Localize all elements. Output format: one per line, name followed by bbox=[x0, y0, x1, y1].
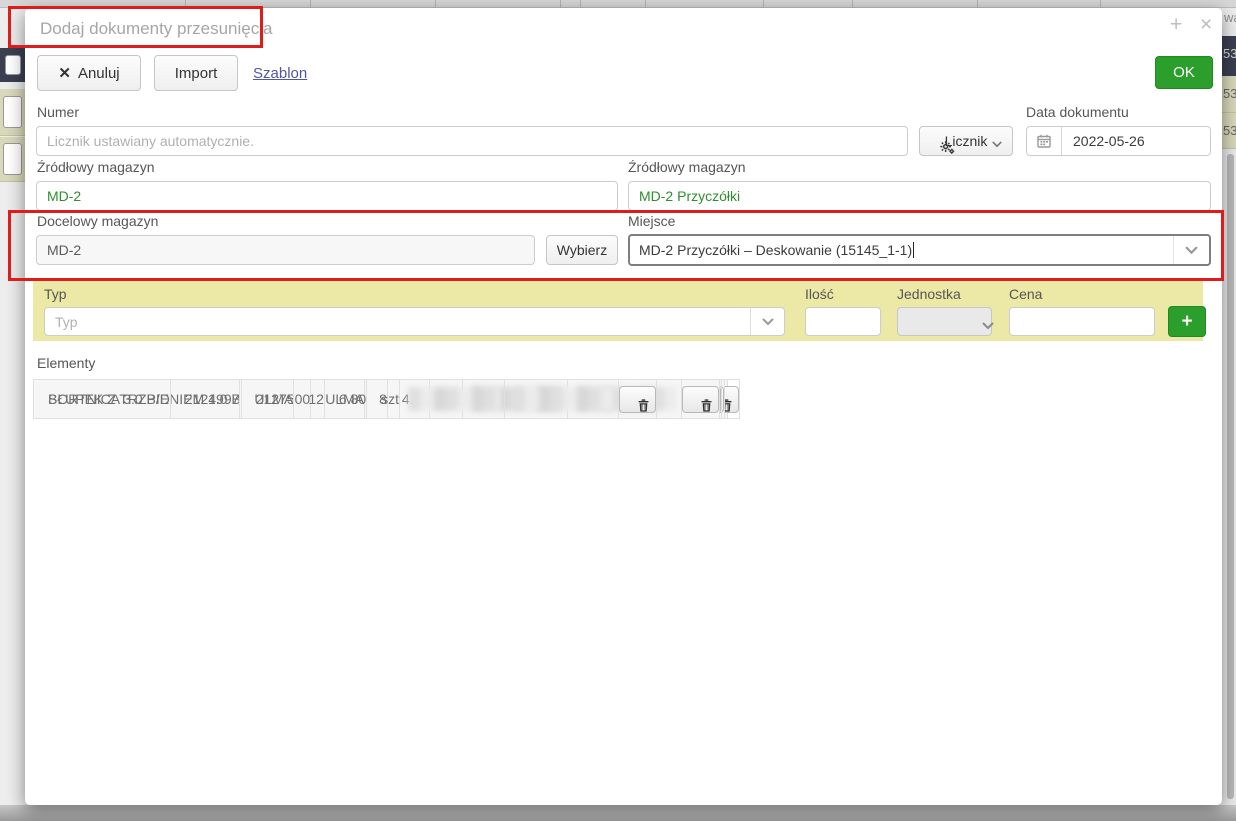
background-row-selected bbox=[0, 48, 25, 82]
import-button[interactable]: Import bbox=[154, 55, 238, 91]
background-row: 53 bbox=[1222, 113, 1236, 149]
choose-button[interactable]: Wybierz bbox=[546, 235, 618, 265]
price-label: Cena bbox=[1009, 286, 1042, 302]
background-row bbox=[0, 137, 25, 182]
source-warehouse-2-input[interactable] bbox=[628, 181, 1211, 211]
maximize-icon[interactable]: + bbox=[1170, 14, 1182, 35]
dialog-title: Dodaj dokumenty przesunięcia bbox=[40, 19, 272, 39]
table-row: BORTNICA 3.0 B/D 2124997 ULMA 12 6.80 sz… bbox=[33, 379, 657, 419]
unit-label: Jednostka bbox=[897, 286, 961, 302]
background-table-header bbox=[0, 0, 1236, 8]
type-input[interactable] bbox=[45, 308, 750, 335]
chevron-down-icon[interactable] bbox=[1173, 236, 1209, 264]
destination-warehouse-input[interactable] bbox=[36, 235, 535, 265]
cell-typ: BORTNICA 3.0 B/D bbox=[34, 380, 171, 419]
calendar-icon bbox=[1027, 127, 1062, 155]
cell-waga: 6.80 bbox=[324, 380, 366, 419]
add-transfer-documents-dialog: Dodaj dokumenty przesunięcia + × ✕ Anulu… bbox=[25, 8, 1222, 805]
chevron-down-icon[interactable] bbox=[750, 308, 784, 335]
destination-warehouse-label: Docelowy magazyn bbox=[37, 213, 158, 229]
source-warehouse-input[interactable] bbox=[36, 181, 618, 211]
source-warehouse-2-label: Źródłowy magazyn bbox=[628, 159, 746, 175]
template-link[interactable]: Szablon bbox=[253, 65, 307, 82]
place-label: Miejsce bbox=[628, 213, 675, 229]
cancel-button[interactable]: ✕ Anuluj bbox=[37, 55, 141, 91]
cell-nr-zamowieniowy: 2124997 bbox=[170, 380, 240, 419]
background-page-bottom bbox=[0, 805, 1236, 821]
cell-actions bbox=[682, 380, 720, 419]
cell-actions bbox=[619, 380, 657, 419]
unit-select[interactable] bbox=[897, 307, 992, 336]
cell-ilosc: 12 bbox=[294, 380, 325, 419]
cell-wartosc-redacted bbox=[505, 380, 619, 419]
redaction-blur bbox=[513, 387, 614, 411]
ok-button[interactable]: OK bbox=[1155, 56, 1213, 89]
counter-dropdown-button[interactable]: Licznik bbox=[919, 126, 1013, 156]
elements-section-label: Elementy bbox=[37, 355, 95, 371]
cancel-label: Anuluj bbox=[78, 65, 120, 82]
quick-add-row: Typ Ilość Jednostka Cena + bbox=[33, 281, 1203, 341]
background-row-selected: 53 bbox=[1222, 36, 1236, 76]
close-icon[interactable]: × bbox=[1200, 14, 1212, 35]
delete-row-button[interactable] bbox=[619, 386, 656, 413]
cell-jednostka: szt bbox=[367, 380, 400, 419]
quantity-input[interactable] bbox=[805, 307, 881, 336]
background-row: 53 bbox=[1222, 76, 1236, 113]
page-scrollbar[interactable] bbox=[1227, 154, 1234, 799]
delete-row-button[interactable] bbox=[682, 386, 719, 413]
type-label: Typ bbox=[44, 286, 67, 302]
plus-icon: + bbox=[1181, 311, 1192, 333]
source-warehouse-label: Źródłowy magazyn bbox=[37, 159, 155, 175]
background-row bbox=[0, 89, 25, 136]
place-value: MD-2 Przyczółki – Deskowanie (15145_1-1) bbox=[639, 242, 912, 258]
type-combobox[interactable] bbox=[44, 307, 785, 336]
place-combobox[interactable]: MD-2 Przyczółki – Deskowanie (15145_1-1) bbox=[628, 234, 1211, 266]
price-input[interactable] bbox=[1009, 307, 1155, 336]
redaction-blur bbox=[408, 387, 500, 411]
quantity-label: Ilość bbox=[805, 286, 834, 302]
document-date-field[interactable]: 2022-05-26 bbox=[1026, 126, 1211, 156]
background-column-header-fragment: wa bbox=[1224, 10, 1236, 25]
numer-input[interactable] bbox=[36, 126, 908, 156]
cell-producent: ULMA bbox=[240, 380, 294, 419]
add-item-button[interactable]: + bbox=[1168, 306, 1206, 337]
numer-label: Numer bbox=[37, 104, 79, 120]
cancel-x-icon: ✕ bbox=[58, 64, 71, 82]
document-date-value: 2022-05-26 bbox=[1062, 133, 1145, 149]
text-cursor bbox=[913, 242, 914, 258]
cell-cena-redacted bbox=[400, 380, 505, 419]
document-date-label: Data dokumentu bbox=[1026, 104, 1129, 120]
